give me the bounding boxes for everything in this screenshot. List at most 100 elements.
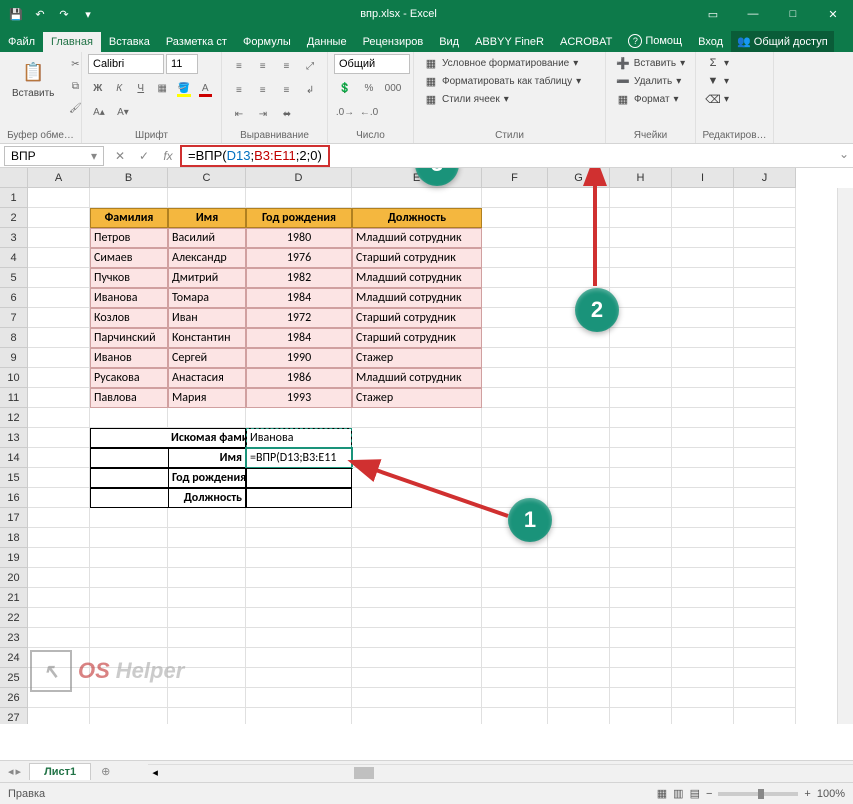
tab-file[interactable]: Файл <box>0 32 43 52</box>
cell[interactable] <box>548 388 610 408</box>
sheet-nav-next-icon[interactable]: ▸ <box>16 765 22 778</box>
cell[interactable] <box>352 408 482 428</box>
cell[interactable] <box>610 208 672 228</box>
column-header[interactable]: J <box>734 168 796 188</box>
cell[interactable] <box>672 548 734 568</box>
cell[interactable] <box>548 428 610 448</box>
cell[interactable] <box>28 628 90 648</box>
cell[interactable] <box>482 408 548 428</box>
cell[interactable] <box>28 268 90 288</box>
cell[interactable] <box>672 388 734 408</box>
cell[interactable] <box>482 308 548 328</box>
cell[interactable] <box>482 448 548 468</box>
cell[interactable] <box>168 528 246 548</box>
cell[interactable] <box>548 708 610 724</box>
column-header[interactable]: C <box>168 168 246 188</box>
cell[interactable] <box>610 708 672 724</box>
cell[interactable] <box>352 608 482 628</box>
format-as-table-button[interactable]: ▦Форматировать как таблицу ▾ <box>420 72 599 90</box>
cell[interactable] <box>246 408 352 428</box>
cell[interactable] <box>610 448 672 468</box>
cell[interactable]: Константин <box>168 328 246 348</box>
cell[interactable]: Стажер <box>352 388 482 408</box>
align-bottom-icon[interactable]: ≡ <box>276 56 298 76</box>
cell[interactable] <box>548 408 610 428</box>
cell[interactable] <box>672 568 734 588</box>
cell[interactable] <box>548 208 610 228</box>
cell[interactable]: 1982 <box>246 268 352 288</box>
cell[interactable] <box>548 528 610 548</box>
cell[interactable] <box>672 488 734 508</box>
zoom-slider[interactable] <box>718 792 798 796</box>
row-header[interactable]: 4 <box>0 248 28 268</box>
cell[interactable] <box>610 468 672 488</box>
cell[interactable] <box>90 628 168 648</box>
cell[interactable] <box>482 548 548 568</box>
align-middle-icon[interactable]: ≡ <box>252 56 274 76</box>
expand-formula-bar-icon[interactable]: ⌄ <box>839 147 849 161</box>
cell[interactable] <box>672 408 734 428</box>
undo-icon[interactable]: ↶ <box>32 6 48 22</box>
cell[interactable] <box>482 288 548 308</box>
cell[interactable] <box>610 488 672 508</box>
cell[interactable] <box>482 668 548 688</box>
cell[interactable] <box>28 508 90 528</box>
cell[interactable] <box>482 228 548 248</box>
increase-indent-icon[interactable]: ⇥ <box>252 104 274 124</box>
cell[interactable] <box>90 608 168 628</box>
cell[interactable] <box>352 528 482 548</box>
cell[interactable] <box>482 628 548 648</box>
cell[interactable] <box>90 588 168 608</box>
decrease-indent-icon[interactable]: ⇤ <box>228 104 250 124</box>
cell[interactable]: 1986 <box>246 368 352 388</box>
cell[interactable] <box>246 188 352 208</box>
cell[interactable] <box>28 408 90 428</box>
cell[interactable] <box>28 188 90 208</box>
cell[interactable] <box>28 368 90 388</box>
cell[interactable] <box>168 188 246 208</box>
cell[interactable] <box>168 408 246 428</box>
cell[interactable] <box>246 548 352 568</box>
cell[interactable] <box>28 308 90 328</box>
cell[interactable] <box>610 508 672 528</box>
cell[interactable] <box>28 288 90 308</box>
cell[interactable]: Младший сотрудник <box>352 288 482 308</box>
cell[interactable] <box>168 588 246 608</box>
cell[interactable] <box>168 628 246 648</box>
cell[interactable]: Анастасия <box>168 368 246 388</box>
tab-data[interactable]: Данные <box>299 32 355 52</box>
cell[interactable] <box>610 588 672 608</box>
cell[interactable]: Петров <box>90 228 168 248</box>
cell[interactable] <box>672 588 734 608</box>
underline-button[interactable]: Ч <box>131 78 151 98</box>
cell[interactable]: Старший сотрудник <box>352 308 482 328</box>
cell[interactable] <box>610 308 672 328</box>
cell[interactable]: 1972 <box>246 308 352 328</box>
cell[interactable] <box>734 288 796 308</box>
cell[interactable] <box>168 568 246 588</box>
clear-button[interactable]: ⌫▾ <box>702 90 767 108</box>
cell[interactable] <box>28 708 90 724</box>
zoom-level[interactable]: 100% <box>817 788 845 800</box>
cell[interactable] <box>734 608 796 628</box>
cell[interactable]: Василий <box>168 228 246 248</box>
row-header[interactable]: 2 <box>0 208 28 228</box>
column-header[interactable]: A <box>28 168 90 188</box>
cell[interactable] <box>352 588 482 608</box>
cell[interactable] <box>734 448 796 468</box>
cell[interactable] <box>734 388 796 408</box>
tab-help[interactable]: Помощ <box>620 30 690 52</box>
tab-layout[interactable]: Разметка ст <box>158 32 235 52</box>
cell[interactable] <box>548 688 610 708</box>
cell[interactable]: Иванова <box>90 288 168 308</box>
cell[interactable] <box>246 568 352 588</box>
border-button[interactable]: ▦ <box>153 78 173 98</box>
cell[interactable] <box>246 508 352 528</box>
cell[interactable] <box>246 648 352 668</box>
cancel-formula-button[interactable]: ✕ <box>108 149 132 163</box>
cell[interactable]: Младший сотрудник <box>352 368 482 388</box>
fill-button[interactable]: ▼▾ <box>702 72 767 90</box>
cell[interactable] <box>90 528 168 548</box>
font-size-input[interactable] <box>166 54 198 74</box>
formula-bar[interactable]: =ВПР(D13;B3:E11;2;0) <box>180 145 330 167</box>
